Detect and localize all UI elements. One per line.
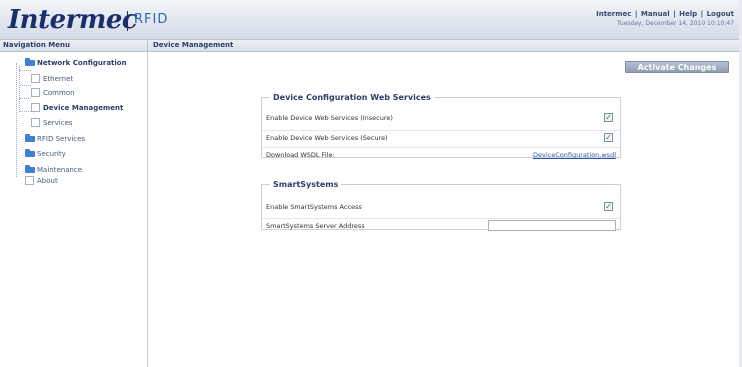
smartsystems-access-checkbox[interactable]: ✓ [604,202,613,211]
manual-link[interactable]: Manual [641,10,670,18]
sidebar-item-label: Ethernet [43,74,74,83]
insecure-web-services-checkbox[interactable]: ✓ [604,113,613,122]
activate-changes-button[interactable]: Activate Changes [625,61,729,73]
page-icon [31,74,40,83]
page-icon [31,88,40,97]
tree-connector [16,63,17,177]
sidebar-item-network-configuration[interactable]: Network Configuration [25,58,127,67]
intermec-link[interactable]: Intermec [596,10,631,18]
secure-web-services-row: Enable Device Web Services (Secure) ✓ [262,130,620,143]
sidebar-item-rfid-services[interactable]: RFID Services [25,134,86,143]
sidebar-item-label: Services [43,118,73,127]
wsdl-download-link[interactable]: DeviceConfiguration.wsdl [533,151,616,159]
web-services-fieldset: Device Configuration Web Services Enable… [261,93,621,160]
smartsystems-access-label: Enable SmartSystems Access [266,203,362,211]
sidebar-item-ethernet[interactable]: Ethernet [31,74,73,83]
top-links: Intermec | Manual | Help | Logout [596,10,734,18]
sidebar-item-label: About [37,176,58,185]
page-icon [25,176,34,185]
wsdl-download-row: Download WSDL File: DeviceConfiguration.… [262,147,620,160]
navigation-menu-title: Navigation Menu [3,41,70,49]
sidebar-item-security[interactable]: Security [25,149,66,158]
section-bar: Navigation Menu Device Management [0,40,742,52]
smartsystems-fieldset: SmartSystems Enable SmartSystems Access … [261,180,621,231]
sidebar-item-label: Device Management [43,103,124,112]
current-datetime: Tuesday, December 14, 2010 10:10:47 [617,20,734,27]
folder-icon [25,58,35,66]
sidebar-item-label: RFID Services [37,135,86,143]
tree-connector [19,98,31,99]
intermec-logo: Intermec [8,5,138,35]
sidebar-item-device-management[interactable]: Device Management [31,103,123,112]
insecure-web-services-label: Enable Device Web Services (Insecure) [266,114,393,122]
smartsystems-server-row: SmartSystems Server Address [262,218,620,231]
sidebar-item-label: Security [37,150,66,158]
tree-connector [19,66,20,110]
sidebar-item-label: Common [43,88,75,97]
secure-web-services-checkbox[interactable]: ✓ [604,133,613,142]
navigation-sidebar: Network Configuration Ethernet Common De… [0,52,148,367]
page-title: Device Management [153,41,234,49]
tree-connector [19,70,31,71]
help-link[interactable]: Help [679,10,697,18]
wsdl-download-label: Download WSDL File: [266,151,335,159]
smartsystems-server-label: SmartSystems Server Address [266,222,365,230]
secure-web-services-label: Enable Device Web Services (Secure) [266,134,388,142]
logout-link[interactable]: Logout [707,10,734,18]
page-icon [31,103,40,112]
insecure-web-services-row: Enable Device Web Services (Insecure) ✓ [262,111,620,123]
sidebar-item-about[interactable]: About [25,176,58,185]
tree-connector [19,85,31,86]
smartsystems-legend: SmartSystems [273,180,339,189]
product-name: RFID [134,12,169,27]
smartsystems-server-input[interactable] [488,220,616,231]
app-header: Intermec RFID Intermec | Manual | Help |… [0,0,742,40]
sidebar-item-common[interactable]: Common [31,88,75,97]
folder-icon [25,149,35,157]
smartsystems-access-row: Enable SmartSystems Access ✓ [262,200,620,212]
sidebar-item-services[interactable]: Services [31,118,73,127]
tree-connector [19,111,31,112]
sidebar-item-label: Network Configuration [37,59,127,67]
logo-divider [127,11,128,31]
tab-divider [147,40,148,51]
page-icon [31,118,40,127]
sidebar-item-maintenance[interactable]: Maintenance [25,165,83,174]
sidebar-item-label: Maintenance [37,166,83,174]
folder-icon [25,165,35,173]
web-services-legend: Device Configuration Web Services [273,93,431,102]
folder-icon [25,134,35,142]
